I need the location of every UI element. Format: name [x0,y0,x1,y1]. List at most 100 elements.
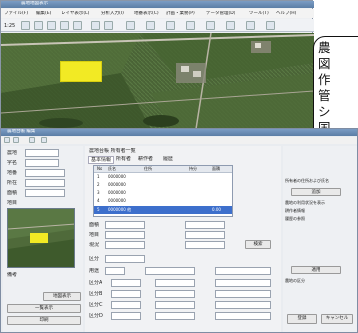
tool-f-icon[interactable] [226,21,235,30]
tab-basic[interactable]: 基本情報 [88,156,115,164]
row-name: 0000000 他 [108,207,132,212]
menu-chiban[interactable]: 地番表示(C) [134,11,159,17]
home-icon[interactable] [41,137,47,143]
center-header: 農地台帳 所有者一覧 [89,148,136,154]
tab-bar: 基本情報 所有者 耕作者 履歴 [88,155,208,164]
menu-help[interactable]: ヘルプ(H) [276,11,296,17]
bottom-select-c[interactable] [111,301,141,309]
sub-window-title: 農地台帳 編集 [7,129,36,134]
right-panel: 所有者の住所および氏名 追加 農地の利用状況を表示 耕作者情報 履歴の参照 適用… [283,146,357,332]
back-icon[interactable] [4,137,10,143]
form-label-genkyo: 現況 [89,242,100,248]
apply-button[interactable]: 適用 [291,266,341,274]
row-no: 5 [97,207,100,212]
field5-input[interactable] [25,189,65,197]
menu-analysis[interactable]: 分析入力(I) [101,11,124,17]
sub-toolbar [1,137,357,144]
tool-g-icon[interactable] [246,21,255,30]
zoom-in-icon[interactable] [21,21,30,30]
form-genkyo2-input[interactable] [185,241,225,249]
owner-info-button[interactable]: 追加 [291,188,341,196]
form-genkyo-input[interactable] [105,241,145,249]
bottom-select-c2[interactable] [155,301,195,309]
bottom-select-a[interactable] [111,279,141,287]
sub-window: 農地台帳 編集 農地 字名 地番 所在 面積 地目 備考 地図表示 一覧表示 印… [0,128,358,333]
bottom-select-c3[interactable] [215,301,271,309]
right-text-2: 農地の利用状況を表示 [285,200,325,205]
tool-e-icon[interactable] [206,21,215,30]
grid-col-address: 住所 [144,166,152,171]
table-row[interactable]: 2 0000000 [94,182,232,189]
left-info-panel: 農地 字名 地番 所在 面積 地目 備考 地図表示 一覧表示 印刷 [3,146,83,332]
table-row[interactable]: 4 0000000 [94,198,232,205]
bottom-select-b2[interactable] [155,290,195,298]
field1-input[interactable] [25,149,59,157]
aerial-map[interactable] [1,33,314,129]
table-row-selected[interactable]: 5 0000000 他 0.00 [94,206,232,214]
bottom-label-b: 区分B [89,291,103,297]
form-yoto2-input[interactable] [145,267,195,275]
form-area-input[interactable] [105,221,145,229]
bottom-select-d2[interactable] [155,312,195,320]
print-button[interactable]: 印刷 [7,316,81,325]
tool-b-icon[interactable] [146,21,155,30]
list-display-button[interactable]: 一覧表示 [7,304,81,313]
label-field4: 所在 [7,180,18,186]
form-chimoku2-input[interactable] [185,231,225,239]
menu-layer[interactable]: レイヤ表示(L) [61,11,89,17]
menu-file[interactable]: ファイル(F) [4,11,28,17]
table-row[interactable]: 3 0000000 [94,190,232,197]
bottom-select-a2[interactable] [155,279,195,287]
bottom-select-b3[interactable] [215,290,271,298]
tool-h-icon[interactable] [266,21,275,30]
form-area2-input[interactable] [185,221,225,229]
table-row[interactable]: 1 0000000 [94,174,232,181]
tool-c-icon[interactable] [166,21,175,30]
menu-edit[interactable]: 編集(E) [36,11,51,17]
row-no: 4 [97,198,100,203]
highlighted-parcel[interactable] [60,61,102,82]
tab-cultivator[interactable]: 耕作者 [138,156,153,162]
refresh-icon[interactable] [29,137,35,143]
tab-history[interactable]: 履歴 [163,156,173,162]
mini-map[interactable] [7,208,75,268]
zoom-out-icon[interactable] [34,21,43,30]
center-panel: 農地台帳 所有者一覧 基本情報 所有者 耕作者 履歴 No 氏名 住所 持分 面… [85,146,281,332]
grid-col-no: No [97,166,103,171]
forward-icon[interactable] [13,137,19,143]
right-text-4: 履歴の参照 [285,216,305,221]
menu-tools[interactable]: ツール(T) [249,11,269,17]
map-display-button[interactable]: 地図表示 [43,292,81,301]
label-field7: 備考 [7,272,18,278]
field4-input[interactable] [25,179,65,187]
bottom-select-b[interactable] [111,290,141,298]
form-yoto-input[interactable] [105,267,125,275]
bottom-select-a3[interactable] [215,279,271,287]
search-button[interactable]: 検索 [245,240,271,249]
bottom-select-d3[interactable] [215,312,271,320]
tool-d-icon[interactable] [186,21,195,30]
register-button[interactable]: 登録 [287,314,317,324]
menu-plan[interactable]: 計画・業務(P) [166,11,195,17]
row-name: 0000000 [108,182,126,187]
layer-icon[interactable] [91,21,100,30]
form-label-kubun: 区分 [89,256,100,262]
callout-line-4: 管 [318,88,331,103]
right-text-3: 耕作者情報 [285,208,305,213]
tab-owner[interactable]: 所有者 [116,156,131,162]
row-no: 1 [97,174,100,179]
measure-icon[interactable] [73,21,82,30]
pan-icon[interactable] [47,21,56,30]
field2-input[interactable] [25,159,59,167]
tool-a-icon[interactable] [126,21,135,30]
cancel-button[interactable]: キャンセル [321,314,353,324]
bottom-select-d[interactable] [111,312,141,320]
form-chimoku-input[interactable] [105,231,145,239]
print-icon[interactable] [104,21,113,30]
form-yoto3-input[interactable] [215,267,271,275]
form-label-yoto: 用途 [89,268,100,274]
menu-data[interactable]: データ管理(D) [206,11,235,17]
field3-input[interactable] [25,169,65,177]
select-icon[interactable] [60,21,69,30]
form-kubun-input[interactable] [105,255,145,263]
